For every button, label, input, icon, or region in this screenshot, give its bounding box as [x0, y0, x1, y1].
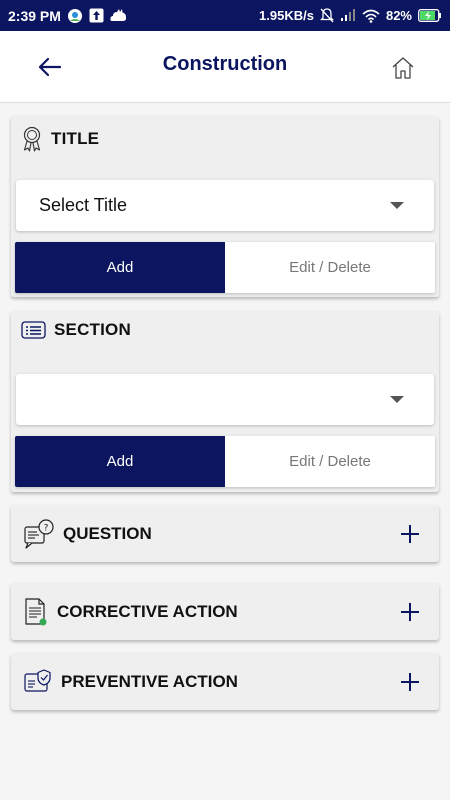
- list-card-icon: [21, 321, 46, 339]
- status-left: 2:39 PM: [8, 8, 127, 24]
- bell-muted-icon: [319, 8, 334, 23]
- caret-down-icon: [390, 396, 404, 403]
- battery-charging-icon: [418, 9, 442, 22]
- plus-icon[interactable]: [399, 671, 421, 693]
- title-add-button[interactable]: Add: [15, 242, 225, 293]
- title-card-header: TITLE: [21, 126, 99, 152]
- corrective-action-header: CORRECTIVE ACTION: [23, 583, 238, 640]
- preventive-action-label: PREVENTIVE ACTION: [61, 671, 238, 691]
- signal-icon: [340, 9, 356, 22]
- battery-percent: 82%: [385, 8, 412, 23]
- page-title: Construction: [162, 53, 288, 75]
- document-check-icon: [25, 597, 47, 625]
- caret-down-icon: [390, 202, 404, 209]
- section-card-header: SECTION: [21, 320, 131, 340]
- home-icon: [392, 57, 414, 79]
- upload-notification-icon: [89, 8, 104, 23]
- shield-card-icon: [24, 668, 51, 692]
- award-badge-icon: [23, 126, 41, 152]
- status-time: 2:39 PM: [8, 7, 61, 24]
- title-edit-delete-button[interactable]: Edit / Delete: [225, 242, 435, 293]
- preventive-action-header: PREVENTIVE ACTION: [23, 653, 238, 710]
- section-card-label: SECTION: [54, 320, 131, 339]
- section-dropdown[interactable]: [16, 374, 434, 425]
- corrective-action-row[interactable]: CORRECTIVE ACTION: [11, 583, 439, 640]
- section-edit-delete-button[interactable]: Edit / Delete: [225, 436, 435, 487]
- corrective-action-label: CORRECTIVE ACTION: [57, 601, 238, 621]
- title-card-label: TITLE: [51, 129, 100, 148]
- plus-icon[interactable]: [399, 523, 421, 545]
- wifi-icon: [362, 9, 380, 23]
- question-row[interactable]: ? QUESTION: [11, 505, 439, 562]
- status-bar: 2:39 PM 1.95KB/s 82%: [0, 0, 450, 31]
- question-chat-icon: ?: [24, 518, 54, 549]
- network-speed: 1.95KB/s: [259, 8, 314, 23]
- svg-text:?: ?: [44, 523, 49, 533]
- title-dropdown[interactable]: Select Title: [16, 180, 434, 231]
- title-dropdown-value: Select Title: [39, 195, 128, 215]
- section-card: SECTION Add Edit / Delete: [11, 311, 439, 492]
- section-add-button[interactable]: Add: [15, 436, 225, 487]
- app-bar: Construction: [0, 31, 450, 103]
- question-header: ? QUESTION: [23, 505, 152, 562]
- home-button[interactable]: [388, 53, 418, 83]
- preventive-action-row[interactable]: PREVENTIVE ACTION: [11, 653, 439, 710]
- section-actions: Add Edit / Delete: [15, 436, 435, 487]
- plus-icon[interactable]: [399, 601, 421, 623]
- title-card: TITLE Select Title Add Edit / Delete: [11, 116, 439, 297]
- title-actions: Add Edit / Delete: [15, 242, 435, 293]
- notification-app-icon: [67, 8, 83, 24]
- status-right: 1.95KB/s 82%: [259, 8, 442, 23]
- cloud-cat-icon: [110, 9, 127, 22]
- question-label: QUESTION: [63, 523, 152, 543]
